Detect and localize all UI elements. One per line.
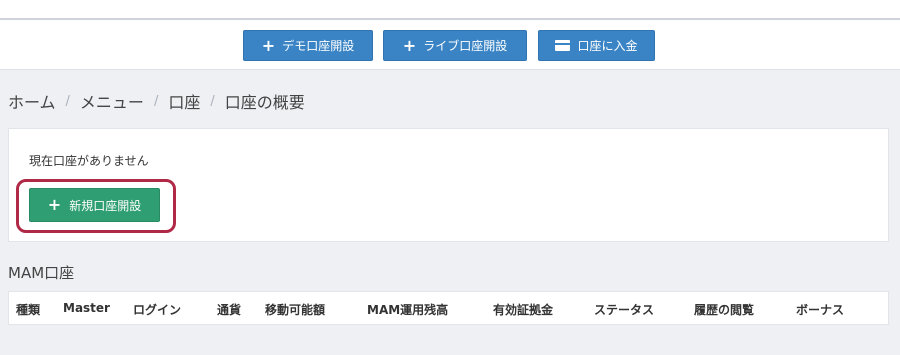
breadcrumb-account-overview: 口座の概要 — [224, 93, 305, 112]
mam-accounts-title: MAM口座 — [8, 264, 75, 282]
accounts-panel: 現在口座がありません + 新規口座開設 — [8, 128, 889, 242]
breadcrumb-separator: / — [65, 93, 70, 109]
no-accounts-message: 現在口座がありません — [29, 154, 149, 168]
plus-icon: + — [47, 195, 62, 214]
breadcrumb-menu[interactable]: メニュー — [80, 89, 144, 113]
column-header-history: 履歴の閲覧 — [694, 303, 755, 317]
breadcrumb-accounts[interactable]: 口座 — [168, 89, 200, 113]
deposit-to-account-button[interactable]: 口座に入金 — [538, 30, 655, 61]
credit-card-icon — [555, 40, 571, 51]
open-demo-account-label: デモ口座開設 — [282, 39, 355, 53]
column-header-master: Master — [63, 301, 110, 315]
open-live-account-button[interactable]: + ライブ口座開設 — [383, 30, 527, 61]
top-header-bar — [0, 0, 900, 20]
column-header-login: ログイン — [133, 303, 182, 317]
open-live-account-label: ライブ口座開設 — [423, 39, 508, 53]
new-account-button[interactable]: + 新規口座開設 — [29, 188, 160, 222]
action-toolbar: + デモ口座開設 + ライブ口座開設 口座に入金 — [0, 20, 900, 70]
column-header-currency: 通貨 — [217, 303, 242, 317]
column-header-transferable-amount: 移動可能額 — [265, 303, 326, 317]
breadcrumb-separator: / — [210, 93, 215, 109]
column-header-mam-balance: MAM運用残高 — [367, 303, 449, 317]
breadcrumb-home[interactable]: ホーム — [8, 89, 56, 113]
new-account-label: 新規口座開設 — [69, 198, 142, 213]
breadcrumb: ホーム / メニュー / 口座 / 口座の概要 — [8, 90, 305, 112]
open-demo-account-button[interactable]: + デモ口座開設 — [243, 30, 373, 61]
breadcrumb-separator: / — [153, 93, 159, 109]
deposit-to-account-label: 口座に入金 — [577, 39, 638, 53]
plus-icon: + — [261, 35, 276, 55]
column-header-bonus: ボーナス — [796, 303, 845, 317]
mam-accounts-table: 種類 Master ログイン 通貨 移動可能額 MAM運用残高 有効証拠金 ステ… — [8, 291, 889, 325]
column-header-type: 種類 — [16, 303, 41, 317]
plus-icon: + — [402, 35, 417, 55]
column-header-status: ステータス — [594, 303, 655, 317]
column-header-equity: 有効証拠金 — [493, 303, 554, 317]
